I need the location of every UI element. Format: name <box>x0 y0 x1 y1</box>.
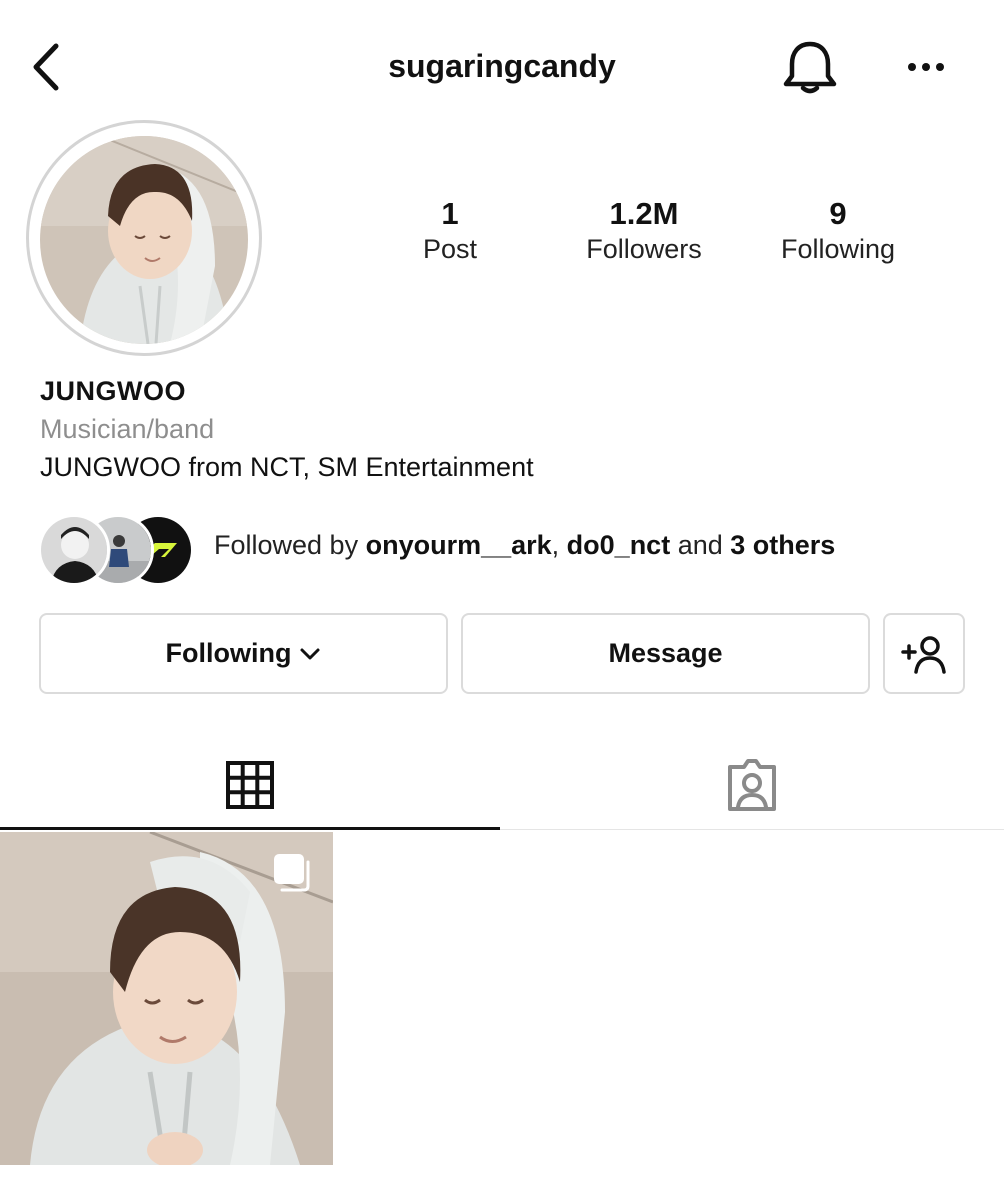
profile-category: Musician/band <box>40 414 215 444</box>
avatar[interactable] <box>40 136 248 344</box>
posts-label: Post <box>422 234 478 264</box>
more-options-button[interactable] <box>902 50 950 84</box>
mutual-others-link[interactable]: 3 others <box>730 530 835 560</box>
tab-posts-grid[interactable] <box>0 740 500 830</box>
mutual-avatar-1-image <box>41 517 107 583</box>
chevron-down-icon <box>300 648 320 659</box>
profile-name: JUNGWOO <box>40 376 187 406</box>
message-button-label: Message <box>608 638 723 668</box>
add-user-icon <box>901 635 946 674</box>
posts-stat[interactable]: 1 Post <box>340 196 560 266</box>
active-tab-indicator <box>0 827 500 830</box>
followers-stat[interactable]: 1.2M Followers <box>534 196 754 266</box>
tab-tagged[interactable] <box>502 740 1002 830</box>
profile-username: sugaringcandy <box>388 48 616 84</box>
notifications-button[interactable] <box>780 38 840 98</box>
following-label: Following <box>780 234 896 264</box>
more-options-icon <box>908 63 944 71</box>
following-button-label: Following <box>165 638 292 668</box>
profile-bio: JUNGWOO from NCT, SM Entertainment <box>40 452 534 482</box>
add-user-button[interactable] <box>883 613 965 694</box>
mutual-follower-avatar-1[interactable] <box>38 514 110 586</box>
tagged-person-icon <box>728 759 776 811</box>
grid-icon <box>226 761 274 809</box>
followers-label: Followers <box>586 234 702 264</box>
following-stat[interactable]: 9 Following <box>728 196 948 266</box>
following-button[interactable]: Following <box>39 613 448 694</box>
message-button[interactable]: Message <box>461 613 870 694</box>
followed-by-separator: , <box>551 530 567 560</box>
mutual-user-link-2[interactable]: do0_nct <box>567 530 671 560</box>
multiple-photos-icon <box>272 852 314 894</box>
followed-by-prefix: Followed by <box>214 530 366 560</box>
mutual-user-link-1[interactable]: onyourm__ark <box>366 530 552 560</box>
following-count: 9 <box>829 196 847 231</box>
posts-count: 1 <box>441 196 459 231</box>
followers-count: 1.2M <box>609 196 679 231</box>
profile-photo <box>40 136 248 344</box>
bell-icon <box>783 41 837 94</box>
followed-by-text: Followed by onyourm__ark, do0_nct and 3 … <box>214 530 835 561</box>
followed-by-and: and <box>670 530 731 560</box>
